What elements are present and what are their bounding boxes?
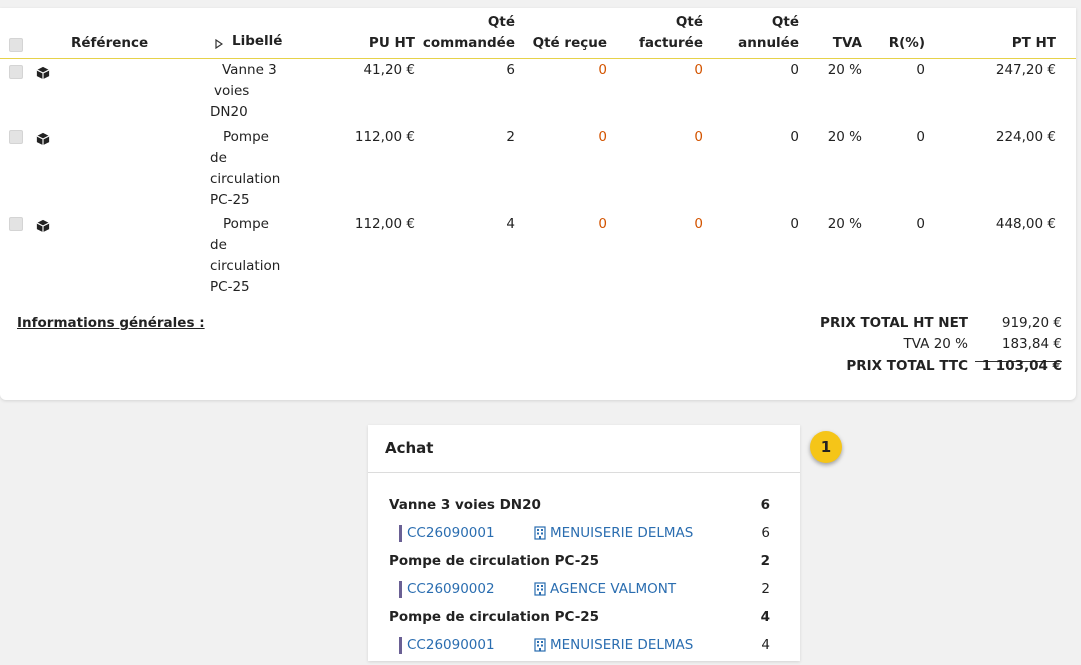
achat-product-qty: 4 bbox=[760, 609, 770, 625]
header-qte-facturee-line1[interactable]: Qté bbox=[676, 12, 703, 33]
achat-panel: Achat Vanne 3 voies DN20 6 CC26090001 ME… bbox=[368, 425, 800, 661]
row-qte-facturee: 0 bbox=[694, 216, 703, 232]
row-qte-annulee: 0 bbox=[790, 216, 799, 232]
step-badge: 1 bbox=[810, 431, 842, 463]
total-ttc-label: PRIX TOTAL TTC bbox=[846, 358, 968, 374]
total-ht-net-label: PRIX TOTAL HT NET bbox=[820, 315, 968, 331]
total-tva-label: TVA 20 % bbox=[903, 336, 968, 352]
libelle-line: de bbox=[210, 237, 227, 253]
row-checkbox[interactable] bbox=[9, 217, 23, 231]
achat-product: Vanne 3 voies DN20 bbox=[389, 497, 541, 513]
row-libelle: Pompe de circulation PC-25 bbox=[210, 214, 280, 298]
order-qty: 4 bbox=[761, 637, 770, 653]
row-pu-ht: 41,20 € bbox=[363, 62, 415, 78]
row-qte-commandee: 4 bbox=[506, 216, 515, 232]
header-qte-annulee-line1[interactable]: Qté bbox=[772, 12, 799, 33]
libelle-line: Pompe bbox=[223, 129, 269, 145]
header-remise[interactable]: R(%) bbox=[889, 33, 925, 54]
purchase-order-link[interactable]: CC26090001 bbox=[407, 523, 495, 543]
row-pu-ht: 112,00 € bbox=[354, 216, 415, 232]
supplier-link[interactable]: AGENCE VALMONT bbox=[534, 579, 676, 599]
row-libelle: Vanne 3 voies DN20 bbox=[210, 60, 277, 123]
row-qte-recue: 0 bbox=[598, 216, 607, 232]
building-icon bbox=[534, 582, 546, 596]
header-pt-ht[interactable]: PT HT bbox=[1012, 33, 1056, 54]
row-qte-recue: 0 bbox=[598, 129, 607, 145]
row-libelle: Pompe de circulation PC-25 bbox=[210, 127, 280, 211]
libelle-line: Pompe bbox=[223, 216, 269, 232]
row-qte-commandee: 2 bbox=[506, 129, 515, 145]
building-icon bbox=[534, 638, 546, 652]
select-all-checkbox[interactable] bbox=[9, 38, 23, 52]
achat-title: Achat bbox=[385, 439, 434, 457]
row-remise: 0 bbox=[916, 216, 925, 232]
row-tva: 20 % bbox=[827, 62, 862, 78]
libelle-line: circulation bbox=[210, 171, 281, 187]
row-pt-ht: 224,00 € bbox=[995, 129, 1056, 145]
header-pu-ht[interactable]: PU HT bbox=[369, 33, 415, 54]
row-qte-facturee: 0 bbox=[694, 62, 703, 78]
libelle-line: de bbox=[210, 150, 227, 166]
libelle-line: PC-25 bbox=[210, 192, 250, 208]
row-checkbox[interactable] bbox=[9, 130, 23, 144]
row-remise: 0 bbox=[916, 62, 925, 78]
header-qte-annulee-line2[interactable]: annulée bbox=[738, 33, 799, 54]
order-marker bbox=[399, 637, 402, 654]
product-box-icon bbox=[36, 219, 50, 233]
row-tva: 20 % bbox=[827, 216, 862, 232]
row-qte-recue: 0 bbox=[598, 62, 607, 78]
product-box-icon bbox=[36, 132, 50, 146]
achat-product: Pompe de circulation PC-25 bbox=[389, 609, 600, 625]
header-reference[interactable]: Référence bbox=[71, 33, 148, 54]
row-qte-facturee: 0 bbox=[694, 129, 703, 145]
header-libelle[interactable]: Libellé bbox=[232, 31, 282, 52]
achat-header: Achat bbox=[368, 425, 800, 473]
order-qty: 2 bbox=[761, 581, 770, 597]
row-pt-ht: 247,20 € bbox=[995, 62, 1056, 78]
header-qte-commandee-line1[interactable]: Qté bbox=[488, 12, 515, 33]
row-checkbox[interactable] bbox=[9, 65, 23, 79]
total-tva-value: 183,84 € bbox=[1001, 336, 1062, 352]
header-qte-recue[interactable]: Qté reçue bbox=[533, 33, 607, 54]
row-qte-commandee: 6 bbox=[506, 62, 515, 78]
libelle-line: circulation bbox=[210, 258, 281, 274]
supplier-name: MENUISERIE DELMAS bbox=[550, 637, 694, 653]
libelle-line: DN20 bbox=[210, 104, 248, 120]
product-box-icon bbox=[36, 66, 50, 80]
table-header: Référence Libellé PU HT Qté commandée Qt… bbox=[0, 8, 1076, 59]
sort-triangle-icon[interactable] bbox=[215, 37, 224, 53]
order-marker bbox=[399, 525, 402, 542]
purchase-order-link[interactable]: CC26090001 bbox=[407, 635, 495, 655]
total-ht-net-value: 919,20 € bbox=[1001, 315, 1062, 331]
row-remise: 0 bbox=[916, 129, 925, 145]
achat-product-qty: 2 bbox=[760, 553, 770, 569]
supplier-link[interactable]: MENUISERIE DELMAS bbox=[534, 635, 693, 655]
order-qty: 6 bbox=[761, 525, 770, 541]
row-qte-annulee: 0 bbox=[790, 62, 799, 78]
purchase-order-link[interactable]: CC26090002 bbox=[407, 579, 495, 599]
libelle-line: voies bbox=[214, 83, 250, 99]
order-lines-card: Référence Libellé PU HT Qté commandée Qt… bbox=[0, 8, 1076, 400]
row-qte-annulee: 0 bbox=[790, 129, 799, 145]
achat-product: Pompe de circulation PC-25 bbox=[389, 553, 600, 569]
libelle-line: PC-25 bbox=[210, 279, 250, 295]
supplier-name: AGENCE VALMONT bbox=[550, 581, 677, 597]
row-pt-ht: 448,00 € bbox=[995, 216, 1056, 232]
general-info-link[interactable]: Informations générales : bbox=[17, 315, 205, 331]
row-tva: 20 % bbox=[827, 129, 862, 145]
row-pu-ht: 112,00 € bbox=[354, 129, 415, 145]
header-qte-facturee-line2[interactable]: facturée bbox=[639, 33, 703, 54]
supplier-name: MENUISERIE DELMAS bbox=[550, 525, 694, 541]
header-qte-commandee-line2[interactable]: commandée bbox=[423, 33, 515, 54]
total-ttc-value: 1 103,04 € bbox=[981, 358, 1062, 374]
order-marker bbox=[399, 581, 402, 598]
achat-product-qty: 6 bbox=[760, 497, 770, 513]
supplier-link[interactable]: MENUISERIE DELMAS bbox=[534, 523, 693, 543]
libelle-line: Vanne 3 bbox=[222, 62, 277, 78]
header-tva[interactable]: TVA bbox=[833, 33, 862, 54]
building-icon bbox=[534, 526, 546, 540]
